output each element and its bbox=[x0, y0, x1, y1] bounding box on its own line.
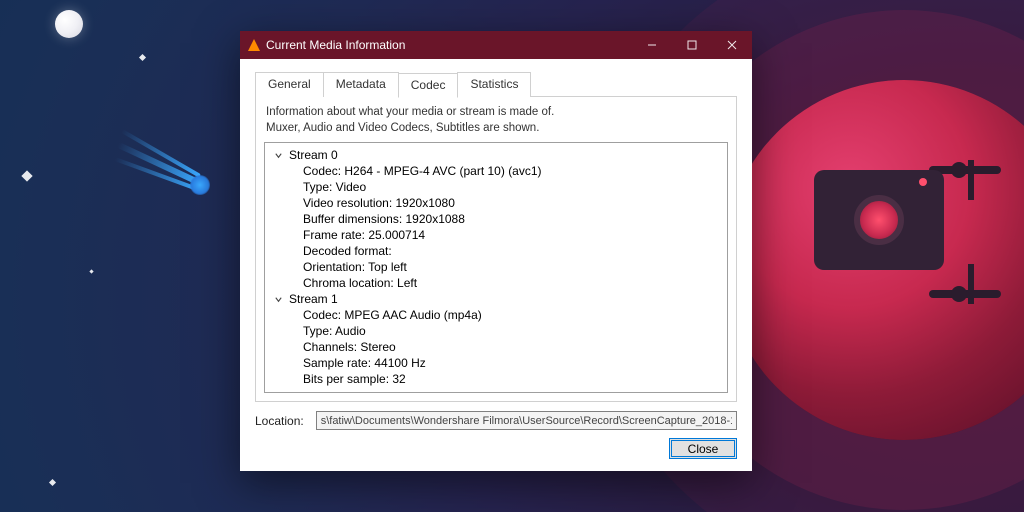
stream-property[interactable]: Frame rate: 25.000714 bbox=[303, 227, 727, 243]
star-graphic bbox=[21, 170, 32, 181]
codec-description-line: Information about what your media or str… bbox=[266, 105, 726, 121]
tab-metadata[interactable]: Metadata bbox=[323, 72, 399, 97]
stream-node: Stream 1Codec: MPEG AAC Audio (mp4a)Type… bbox=[265, 291, 727, 387]
stream-property[interactable]: Video resolution: 1920x1080 bbox=[303, 195, 727, 211]
titlebar[interactable]: Current Media Information bbox=[240, 31, 752, 59]
codec-tree[interactable]: Stream 0Codec: H264 - MPEG-4 AVC (part 1… bbox=[264, 142, 728, 393]
location-input[interactable] bbox=[316, 411, 737, 430]
tab-page-codec: Information about what your media or str… bbox=[255, 96, 737, 402]
stream-property[interactable]: Type: Audio bbox=[303, 323, 727, 339]
media-information-dialog: Current Media Information General Metada… bbox=[240, 31, 752, 471]
stream-label: Stream 1 bbox=[289, 292, 338, 306]
tab-codec[interactable]: Codec bbox=[398, 73, 459, 98]
maximize-button[interactable] bbox=[672, 31, 712, 59]
stream-properties: Codec: H264 - MPEG-4 AVC (part 10) (avc1… bbox=[273, 163, 727, 291]
tab-general[interactable]: General bbox=[255, 72, 324, 97]
vlc-cone-icon bbox=[248, 39, 260, 51]
location-label: Location: bbox=[255, 414, 304, 428]
star-graphic bbox=[49, 479, 56, 486]
codec-description-line: Muxer, Audio and Video Codecs, Subtitles… bbox=[266, 121, 726, 137]
stream-header[interactable]: Stream 0 bbox=[273, 147, 727, 163]
chevron-down-icon[interactable] bbox=[273, 294, 283, 304]
stream-property[interactable]: Chroma location: Left bbox=[303, 275, 727, 291]
minimize-button[interactable] bbox=[632, 31, 672, 59]
stream-header[interactable]: Stream 1 bbox=[273, 291, 727, 307]
stream-node: Stream 0Codec: H264 - MPEG-4 AVC (part 1… bbox=[265, 147, 727, 291]
stream-property[interactable]: Codec: MPEG AAC Audio (mp4a) bbox=[303, 307, 727, 323]
tab-statistics[interactable]: Statistics bbox=[457, 72, 531, 97]
stream-property[interactable]: Buffer dimensions: 1920x1088 bbox=[303, 211, 727, 227]
stream-property[interactable]: Bits per sample: 32 bbox=[303, 371, 727, 387]
stream-properties: Codec: MPEG AAC Audio (mp4a)Type: AudioC… bbox=[273, 307, 727, 387]
star-graphic bbox=[89, 269, 93, 273]
window-title: Current Media Information bbox=[266, 38, 405, 52]
stream-property[interactable]: Decoded format: bbox=[303, 243, 727, 259]
stream-property[interactable]: Orientation: Top left bbox=[303, 259, 727, 275]
close-button[interactable]: Close bbox=[669, 438, 737, 459]
stream-label: Stream 0 bbox=[289, 148, 338, 162]
codec-description: Information about what your media or str… bbox=[264, 103, 728, 142]
stream-property[interactable]: Type: Video bbox=[303, 179, 727, 195]
star-graphic bbox=[139, 54, 146, 61]
chevron-down-icon[interactable] bbox=[273, 150, 283, 160]
moon-graphic bbox=[55, 10, 83, 38]
stream-property[interactable]: Channels: Stereo bbox=[303, 339, 727, 355]
tab-bar: General Metadata Codec Statistics bbox=[255, 72, 737, 97]
close-window-button[interactable] bbox=[712, 31, 752, 59]
stream-property[interactable]: Codec: H264 - MPEG-4 AVC (part 10) (avc1… bbox=[303, 163, 727, 179]
stream-property[interactable]: Sample rate: 44100 Hz bbox=[303, 355, 727, 371]
drone-graphic bbox=[814, 170, 1004, 290]
